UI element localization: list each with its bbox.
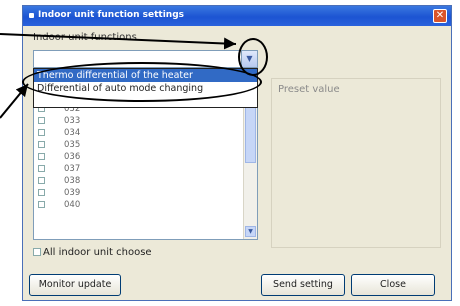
send-setting-button[interactable]: Send setting (261, 274, 345, 296)
scroll-down-button[interactable]: ▼ (245, 226, 256, 237)
list-item[interactable]: 035 (34, 139, 257, 151)
window-title: Indoor unit function settings (38, 10, 185, 20)
indoor-unit-list: 031 032 033 034 035 036 037 038 039 040 … (33, 90, 258, 240)
unit-checkbox[interactable] (38, 201, 45, 208)
unit-checkbox[interactable] (38, 117, 45, 124)
monitor-update-button[interactable]: Monitor update (29, 274, 121, 296)
functions-label: Indoor unit functions (33, 32, 137, 43)
title-bar[interactable]: Indoor unit function settings ✕ (23, 6, 451, 26)
close-icon: ✕ (435, 10, 445, 21)
list-item[interactable]: 033 (34, 115, 257, 127)
list-item[interactable]: 036 (34, 151, 257, 163)
chevron-down-icon: ▼ (248, 228, 253, 235)
list-scrollbar[interactable]: ▼ (243, 91, 257, 239)
unit-checkbox[interactable] (38, 165, 45, 172)
settings-window: Indoor unit function settings ✕ Indoor u… (22, 5, 452, 301)
list-item[interactable]: 034 (34, 127, 257, 139)
checkbox-box[interactable] (33, 248, 41, 256)
all-units-checkbox[interactable]: All indoor unit choose (33, 247, 152, 259)
list-item[interactable]: 040 (34, 199, 257, 211)
close-button[interactable]: Close (351, 274, 435, 296)
unit-checkbox[interactable] (38, 189, 45, 196)
list-item[interactable]: 037 (34, 163, 257, 175)
unit-checkbox[interactable] (38, 177, 45, 184)
unit-checkbox[interactable] (38, 129, 45, 136)
callout-oval-options (22, 62, 262, 102)
preset-value-label: Preset value (278, 84, 340, 95)
list-item[interactable]: 039 (34, 187, 257, 199)
all-units-label: All indoor unit choose (43, 247, 152, 258)
preset-value-panel: Preset value (271, 78, 441, 248)
unit-checkbox[interactable] (38, 141, 45, 148)
unit-checkbox[interactable] (38, 153, 45, 160)
window-close-button[interactable]: ✕ (433, 9, 447, 23)
app-icon (29, 13, 34, 18)
list-item[interactable]: 038 (34, 175, 257, 187)
